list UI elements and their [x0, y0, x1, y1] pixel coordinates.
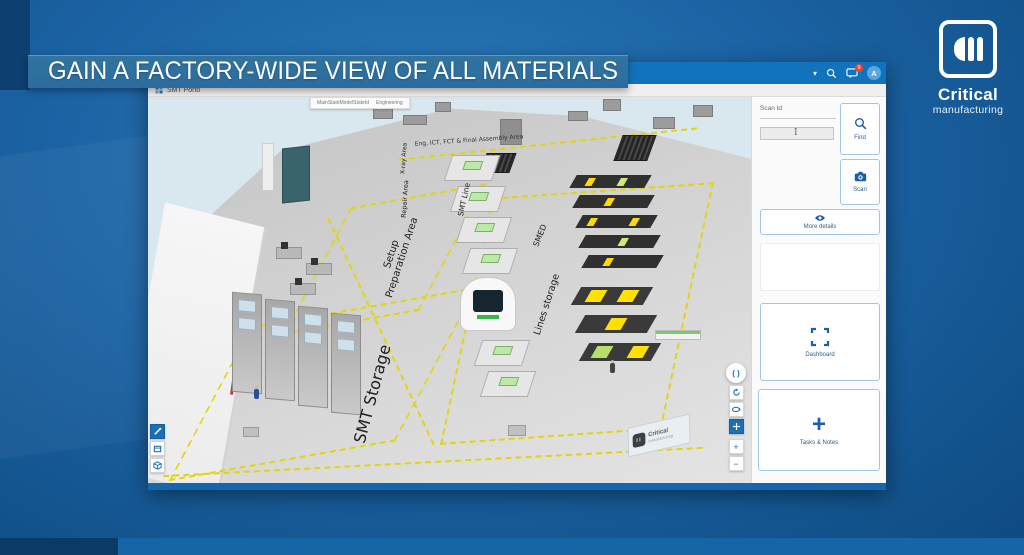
- smt-machine: [455, 217, 513, 243]
- operator-figure: [254, 386, 259, 399]
- machine: [435, 102, 451, 112]
- rack-row: [575, 215, 658, 228]
- rack-row: [570, 287, 654, 305]
- rack-row: [572, 195, 655, 208]
- eye-icon: [815, 215, 825, 221]
- banner-title: GAIN A FACTORY-WIDE VIEW OF ALL MATERIAL…: [28, 55, 628, 88]
- bottom-band: [118, 538, 1024, 555]
- dome-machine: [460, 277, 516, 331]
- notifications-icon[interactable]: 9: [846, 63, 863, 79]
- app-window: ▾ 9 A SMT Porto SMT Storage Setup Prepar…: [148, 62, 886, 490]
- zoom-out-button[interactable]: −: [728, 456, 744, 471]
- machine: [693, 105, 713, 117]
- critical-mini-logo-icon: ıı: [632, 432, 646, 449]
- empty-card: [760, 243, 880, 291]
- logo-bar: [967, 37, 974, 61]
- logo-bar: [976, 37, 983, 61]
- tooltip-value: Engineering: [375, 100, 403, 106]
- dashboard-label: Dashboard: [805, 351, 835, 358]
- rack-row: [581, 255, 664, 268]
- machine: [403, 115, 427, 125]
- more-details-button[interactable]: More details: [760, 209, 880, 235]
- tooltip-key: MainStateModelStateId: [317, 100, 369, 106]
- factory-3d-view[interactable]: SMT Storage Setup Preparation Area Lines…: [148, 97, 751, 483]
- critical-logo-icon: [939, 20, 997, 78]
- storage-cabinet: [331, 312, 361, 416]
- finished-goods-rack: [655, 330, 701, 340]
- edit-tool-button[interactable]: [150, 424, 165, 439]
- pan-tool-button[interactable]: [728, 419, 744, 434]
- rotate-icon[interactable]: [728, 385, 744, 400]
- workstation: [276, 242, 302, 259]
- brand-block: Critical manufacturing: [928, 20, 1008, 116]
- chevron-down-icon[interactable]: ▾: [813, 69, 817, 78]
- operator-figure: [610, 360, 615, 373]
- avatar[interactable]: A: [867, 66, 881, 80]
- scan-id-label: Scan Id: [760, 105, 783, 112]
- storage-cabinet: [265, 298, 295, 402]
- ibeam-cursor: I: [794, 128, 798, 138]
- package-view-button[interactable]: [150, 441, 165, 456]
- rack-row: [574, 315, 658, 333]
- focus-button[interactable]: ( ): [726, 363, 746, 383]
- cube-view-button[interactable]: [150, 458, 165, 473]
- scan-button[interactable]: Scan: [840, 159, 880, 205]
- scan-label: Scan: [853, 187, 867, 193]
- smt-machine: [473, 340, 531, 366]
- bottom-band-dark: [0, 538, 118, 555]
- search-icon: [854, 118, 866, 130]
- right-panel: Scan Id I Find Scan More details Dashboa…: [751, 97, 886, 483]
- rack-row: [578, 343, 662, 361]
- notification-badge: 9: [855, 63, 863, 72]
- corner-shade: [0, 0, 30, 90]
- state-tooltip: MainStateModelStateId Engineering: [310, 97, 410, 109]
- logo-crescent: [953, 37, 965, 61]
- storage-cabinet: [232, 291, 262, 395]
- viewer-toolbar: [150, 424, 165, 473]
- desk: [508, 425, 526, 436]
- machine: [603, 99, 621, 111]
- brand-tagline: manufacturing: [932, 104, 1004, 116]
- rack-row: [578, 235, 661, 248]
- more-details-label: More details: [803, 224, 837, 230]
- workstation: [290, 278, 316, 295]
- teal-board: [282, 145, 310, 204]
- tasks-notes-label: Tasks & Notes: [799, 439, 839, 446]
- dashboard-button[interactable]: Dashboard: [760, 303, 880, 381]
- storage-cabinet: [298, 305, 328, 409]
- banner-text: GAIN A FACTORY-WIDE VIEW OF ALL MATERIAL…: [48, 57, 619, 85]
- workstation: [306, 258, 332, 275]
- zoom-in-button[interactable]: +: [728, 439, 744, 454]
- window-bottom-bar: [148, 483, 886, 490]
- viewer-nav-controls: ( ) + −: [726, 363, 746, 471]
- plus-icon: +: [811, 410, 826, 438]
- find-label: Find: [854, 135, 866, 141]
- camera-icon: [854, 171, 866, 182]
- brand-name: Critical: [937, 85, 999, 104]
- machine: [568, 111, 588, 121]
- rack-row: [569, 175, 652, 188]
- search-icon[interactable]: [826, 68, 837, 79]
- machine: [653, 117, 675, 129]
- smt-machine: [461, 248, 519, 274]
- find-button[interactable]: Find: [840, 103, 880, 155]
- orbit-icon[interactable]: [728, 402, 744, 417]
- smt-machine: [479, 371, 537, 397]
- tasks-notes-button[interactable]: + Tasks & Notes: [758, 389, 880, 471]
- desk: [243, 427, 259, 437]
- divider: [760, 118, 836, 119]
- whiteboard: [262, 143, 274, 191]
- expand-icon: [810, 327, 830, 346]
